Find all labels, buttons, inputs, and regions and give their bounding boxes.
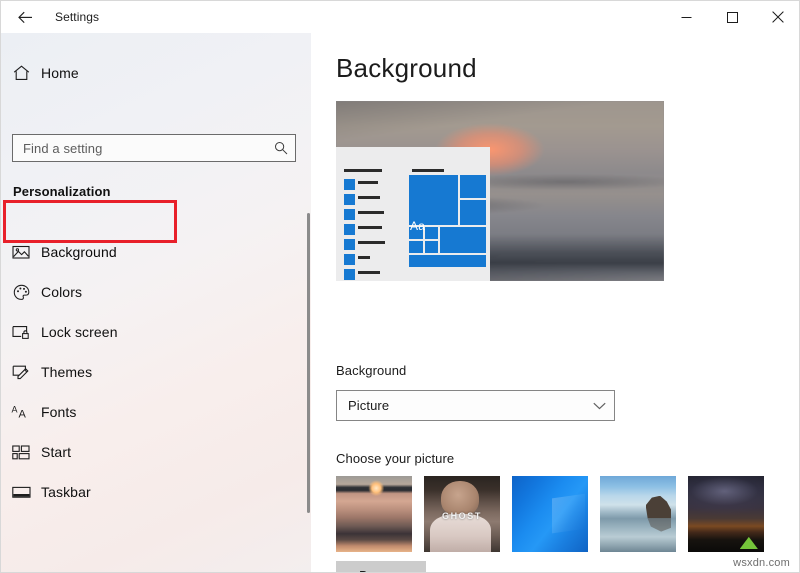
settings-window: Settings Home Find a setting Personaliza… [0,0,800,573]
search-icon [267,141,295,155]
preview-app-square [344,239,355,250]
fonts-aa-icon: A A [1,404,41,420]
thumbnail-ghost-portrait[interactable]: GHOST [424,476,500,552]
preview-header-bar-right [412,169,444,172]
svg-text:A: A [12,405,18,415]
sidebar-item-lock-screen-label: Lock screen [41,324,118,340]
sidebar-item-start-label: Start [41,444,72,460]
close-icon [772,11,784,23]
start-grid-icon [1,444,41,460]
close-button[interactable] [755,1,799,33]
minimize-icon [681,12,692,23]
preview-app-square [344,209,355,220]
thumbnail-ghost-caption: GHOST [441,510,482,521]
preview-tile-wide [440,227,486,253]
preview-tile [425,241,438,253]
background-section-label: Background [336,363,407,378]
sidebar-item-taskbar-label: Taskbar [41,484,91,500]
watermark: wsxdn.com [733,557,790,569]
minimize-button[interactable] [663,1,709,33]
preview-tile-large [409,175,458,225]
background-type-dropdown[interactable]: Picture [336,390,615,421]
title-bar: Settings [1,1,799,33]
sidebar-item-colors[interactable]: Colors [1,272,301,312]
preview-app-line [358,271,380,274]
preview-tile [409,241,423,253]
sidebar-item-taskbar[interactable]: Taskbar [1,472,301,512]
maximize-icon [726,11,738,23]
back-arrow-icon [17,11,33,24]
thumbnail-night-sky-tent[interactable] [688,476,764,552]
picture-thumbnail-strip: GHOST [336,476,764,552]
sidebar-item-colors-label: Colors [41,284,83,300]
window-title: Settings [55,10,100,24]
svg-text:A: A [19,408,27,420]
preview-tile-wide [409,255,486,267]
preview-app-line [358,196,380,199]
preview-app-square [344,224,355,235]
preview-app-square [344,179,355,190]
preview-app-line [358,226,382,229]
sidebar-item-fonts-label: Fonts [41,404,77,420]
maximize-button[interactable] [709,1,755,33]
preview-app-line [358,181,378,184]
preview-tile [460,200,486,225]
home-icon [1,65,41,81]
sidebar-nav-list: Background Colors Lock screen Themes A A… [1,232,301,512]
sidebar-item-themes-label: Themes [41,364,93,380]
thumbnail-sunset-beach[interactable] [336,476,412,552]
desktop-preview: Aa [336,101,664,281]
browse-button[interactable]: Browse [336,561,426,572]
sidebar-scrollbar[interactable] [307,213,310,513]
search-box[interactable]: Find a setting [12,134,296,162]
sidebar-category-label: Personalization [13,184,111,199]
lock-screen-icon [1,324,41,340]
sidebar-item-fonts[interactable]: A A Fonts [1,392,301,432]
sidebar: Home Find a setting Personalization Back… [1,33,311,572]
taskbar-icon [1,486,41,499]
sidebar-item-lock-screen[interactable]: Lock screen [1,312,301,352]
sidebar-item-start[interactable]: Start [1,432,301,472]
preview-tile [425,227,438,239]
preview-app-line [358,256,370,259]
preview-tile-aa-label: Aa [410,219,426,233]
preview-app-square [344,194,355,205]
preview-start-menu: Aa [336,147,490,281]
palette-icon [1,284,41,301]
sidebar-item-background[interactable]: Background [1,232,301,272]
thumbnail-windows-blue[interactable] [512,476,588,552]
choose-picture-label: Choose your picture [336,451,455,466]
preview-header-bar-left [344,169,382,172]
sidebar-item-themes[interactable]: Themes [1,352,301,392]
background-type-value: Picture [348,398,390,413]
search-input[interactable]: Find a setting [13,141,267,156]
preview-app-line [358,211,384,214]
main-content: Background Aa Background Picture Choose … [312,33,799,572]
sidebar-item-background-label: Background [41,244,117,260]
preview-app-square [344,269,355,280]
picture-icon [1,244,41,260]
preview-tile [460,175,486,198]
chevron-down-icon [584,402,614,410]
themes-brush-icon [1,364,41,381]
page-title: Background [336,53,477,83]
back-button[interactable] [3,2,47,32]
thumbnail-sea-stack[interactable] [600,476,676,552]
preview-app-square [344,254,355,265]
sidebar-item-home-label: Home [41,65,79,81]
window-controls [663,1,799,33]
sidebar-item-home[interactable]: Home [1,57,291,89]
preview-app-line [358,241,385,244]
